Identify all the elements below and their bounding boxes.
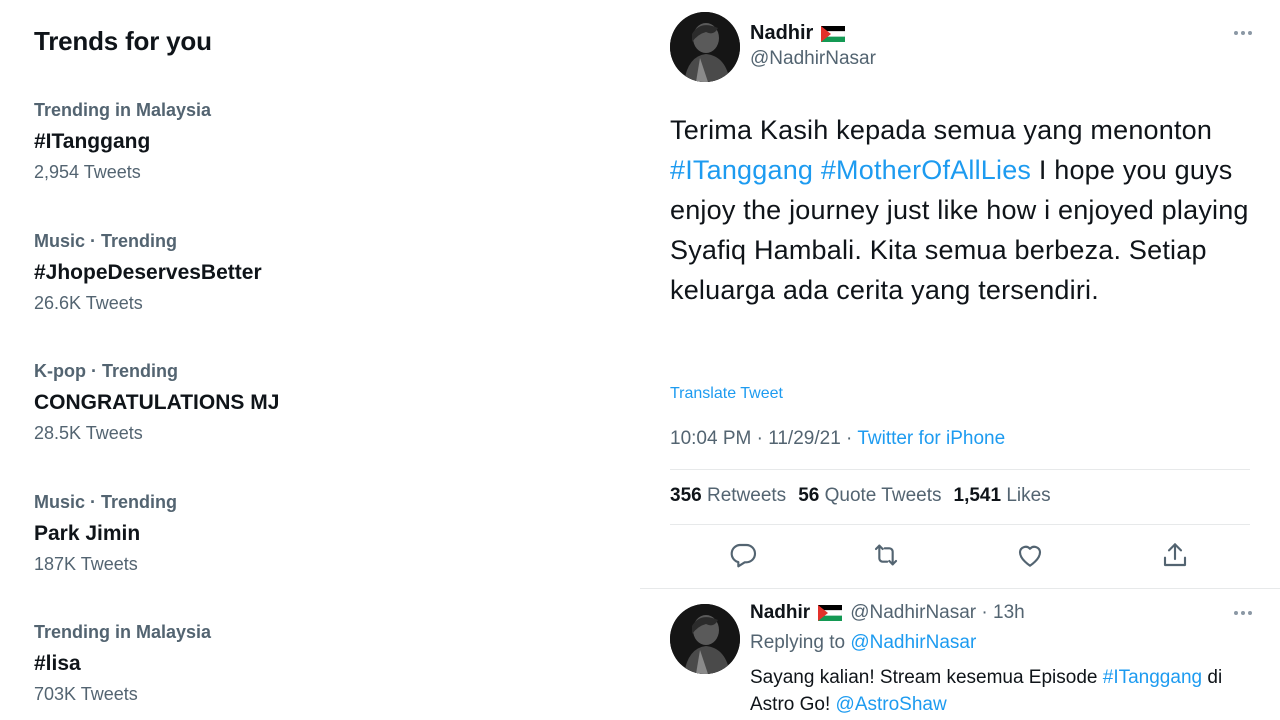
divider [670,469,1250,470]
author-name[interactable]: Nadhir [750,22,846,45]
avatar-image [670,604,740,674]
trend-count: 26.6K Tweets [34,293,143,313]
trend-meta: Trending in Malaysia [34,622,212,642]
reply-meta[interactable]: @NadhirNasar · 13h [850,602,1025,624]
palestine-flag-icon [818,605,843,621]
tweet-timestamp: 10:04 PM · 11/29/21 · Twitter for iPhone [670,428,1005,450]
tweet-text-part: Terima Kasih kepada semua yang menonton [670,115,1213,145]
hashtag-link[interactable]: #ITanggang [670,155,813,185]
reply-button[interactable] [725,537,761,573]
reply-text: Sayang kalian! Stream kesemua Episode #I… [750,664,1260,718]
reply-avatar[interactable] [670,604,740,674]
trend-count: 703K Tweets [34,684,138,704]
trend-name: #ITanggang [34,130,151,153]
trends-title: Trends for you [34,26,212,56]
retweet-button[interactable] [868,537,904,573]
reply-icon [730,543,757,568]
replying-to: Replying to @NadhirNasar [750,632,976,654]
trend-count: 28.5K Tweets [34,423,143,443]
avatar-image [670,12,740,82]
likes-label: Likes [1006,485,1051,506]
share-icon [1163,543,1187,567]
more-icon[interactable] [1234,26,1260,40]
trend-name: #JhopeDeservesBetter [34,261,262,284]
tweet-text: Terima Kasih kepada semua yang menonton … [670,110,1260,310]
like-icon [1018,545,1042,567]
replying-prefix: Replying to [750,632,846,653]
translate-tweet-link[interactable]: Translate Tweet [670,385,783,403]
reply-header: Nadhir @NadhirNasar · 13h [750,602,1025,624]
likes-stat[interactable]: 1,541 Likes [954,485,1051,507]
likes-count: 1,541 [953,485,1002,506]
divider [670,524,1250,525]
tweet-stats: 356 Retweets 56 Quote Tweets 1,541 Likes [670,485,1051,507]
trend-count: 187K Tweets [34,554,138,574]
share-button[interactable] [1157,537,1193,573]
quotes-label: Quote Tweets [824,485,942,506]
tweet-panel: Nadhir @NadhirNasar Terima Kasih kepada … [640,0,1280,720]
retweets-count: 356 [670,485,702,506]
trend-meta: K-pop · Trending [34,361,178,381]
divider [640,588,1280,589]
avatar[interactable] [670,12,740,82]
retweets-stat[interactable]: 356 Retweets [670,485,786,507]
palestine-flag-icon [821,25,846,42]
hashtag-link[interactable]: #ITanggang [1103,667,1202,688]
trend-name: Park Jimin [34,522,141,545]
trend-meta: Music · Trending [34,492,178,512]
reply-text-part: Sayang kalian! Stream kesemua Episode [750,667,1098,688]
mention-link[interactable]: @AstroShaw [836,694,947,715]
trend-item[interactable]: Music · Trending #JhopeDeservesBetter 26… [34,229,594,315]
retweets-label: Retweets [706,485,787,506]
tweet-time[interactable]: 10:04 PM · 11/29/21 · [670,428,852,449]
trend-item[interactable]: Trending in Malaysia #ITanggang 2,954 Tw… [34,98,594,184]
trends-panel: Trends for you Trending in Malaysia #ITa… [0,0,640,720]
hashtag-link[interactable]: #MotherOfAllLies [821,155,1031,185]
tweet-source[interactable]: Twitter for iPhone [857,428,1005,449]
trend-meta: Trending in Malaysia [34,100,212,120]
trend-name: CONGRATULATIONS MJ [34,391,280,414]
trend-meta: Music · Trending [34,231,178,251]
author-handle[interactable]: @NadhirNasar [750,48,876,70]
like-button[interactable] [1012,537,1048,573]
reply-author-name[interactable]: Nadhir [750,602,810,624]
trend-item[interactable]: Trending in Malaysia #lisa 703K Tweets [34,620,594,706]
reply-more-icon[interactable] [1234,606,1260,620]
retweet-icon [874,544,898,566]
quotes-count: 56 [798,485,820,506]
tweet-actions [670,537,1250,577]
trend-name: #lisa [34,652,81,675]
quotes-stat[interactable]: 56 Quote Tweets [798,485,941,507]
mention-link[interactable]: @NadhirNasar [850,632,976,653]
trend-item[interactable]: Music · Trending Park Jimin 187K Tweets [34,490,594,576]
trend-count: 2,954 Tweets [34,162,141,182]
trend-item[interactable]: K-pop · Trending CONGRATULATIONS MJ 28.5… [34,359,594,445]
author-name-text: Nadhir [750,22,814,44]
